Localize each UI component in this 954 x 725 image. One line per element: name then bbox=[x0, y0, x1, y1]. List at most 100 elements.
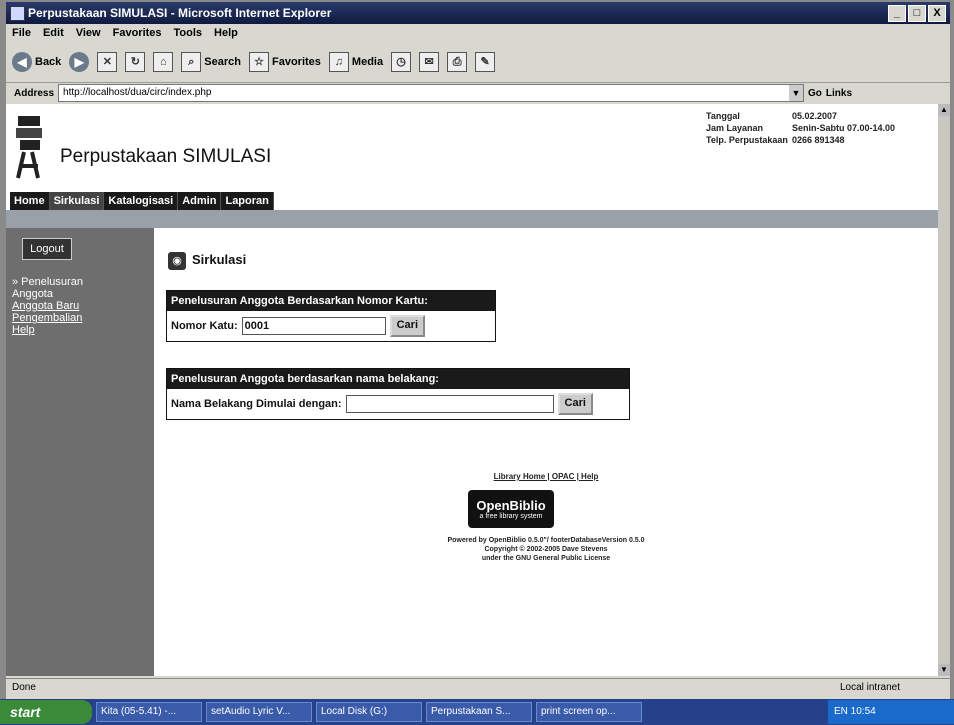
favorites-button[interactable]: ☆ Favorites bbox=[249, 52, 321, 72]
menu-bar: File Edit View Favorites Tools Help bbox=[6, 24, 950, 42]
vertical-scrollbar[interactable]: ▲ ▼ bbox=[938, 104, 950, 676]
edit-button[interactable]: ✎ bbox=[475, 52, 496, 72]
title-bar: Perpustakaan SIMULASI - Microsoft Intern… bbox=[6, 2, 950, 24]
powered-by: Powered by OpenBiblio 0.5.0"/ footerData… bbox=[154, 536, 938, 563]
sidebar: Logout » Penelusuran Anggota Anggota Bar… bbox=[6, 228, 154, 676]
tab-laporan[interactable]: Laporan bbox=[221, 192, 274, 210]
media-label: Media bbox=[351, 56, 384, 68]
links-button[interactable]: Links bbox=[826, 88, 852, 99]
sidebar-item-anggota-baru[interactable]: Anggota Baru bbox=[12, 300, 84, 312]
scroll-up-icon[interactable]: ▲ bbox=[938, 104, 950, 116]
address-bar: Address http://localhost/dua/circ/index.… bbox=[6, 83, 950, 103]
tab-sirkulasi[interactable]: Sirkulasi bbox=[49, 192, 105, 210]
system-tray: EN 10:54 bbox=[828, 700, 954, 724]
go-button[interactable]: Go bbox=[808, 88, 822, 99]
circulation-icon: ◉ bbox=[168, 252, 186, 270]
name-search-row: Nama Belakang Dimulai dengan: Cari bbox=[167, 389, 629, 419]
copyright-text: Copyright © 2002-2005 Dave Stevens bbox=[484, 546, 608, 553]
close-button[interactable]: X bbox=[928, 5, 946, 22]
last-name-input[interactable] bbox=[345, 395, 554, 413]
sidebar-item-penelusuran-anggota[interactable]: » Penelusuran Anggota bbox=[12, 276, 84, 300]
card-search-header: Penelusuran Anggota Berdasarkan Nomor Ka… bbox=[167, 291, 495, 311]
nav-tabs: Home Sirkulasi Katalogisasi Admin Lapora… bbox=[10, 192, 274, 210]
favorites-label: Favorites bbox=[272, 56, 321, 68]
address-input[interactable]: http://localhost/dua/circ/index.php ▼ bbox=[58, 84, 805, 102]
address-dropdown-icon[interactable]: ▼ bbox=[789, 85, 804, 101]
mail-button[interactable]: ✉ bbox=[419, 52, 440, 72]
site-title: Perpustakaan SIMULASI bbox=[60, 146, 272, 167]
license-link[interactable]: under the GNU General Public License bbox=[154, 554, 938, 563]
toolbar: ◀ Back ▶ ✕ ↻ ⌂ ⌕ Search ☆ Favorites ♫ Media … bbox=[6, 42, 950, 83]
info-label: Jam Layanan bbox=[706, 123, 764, 133]
taskbar: start Kita (05-5.41) -... setAudio Lyric… bbox=[0, 699, 954, 725]
status-text: Done bbox=[12, 682, 36, 693]
info-value: 0266 891348 bbox=[792, 135, 845, 145]
powered-text: Powered by OpenBiblio 0.5.0"/ footerData… bbox=[447, 537, 645, 544]
taskbar-item[interactable]: Kita (05-5.41) -... bbox=[96, 702, 202, 722]
browser-window: Perpustakaan SIMULASI - Microsoft Intern… bbox=[6, 2, 950, 720]
maximize-button[interactable]: □ bbox=[908, 5, 926, 22]
menu-tools[interactable]: Tools bbox=[174, 24, 203, 42]
last-name-label: Nama Belakang Dimulai dengan: bbox=[171, 398, 342, 410]
card-search-row: Nomor Katu: 0001 Cari bbox=[167, 311, 495, 341]
card-number-label: Nomor Katu: bbox=[171, 320, 238, 332]
star-icon: ☆ bbox=[249, 52, 269, 72]
main-content: ◉ Sirkulasi Penelusuran Anggota Berdasar… bbox=[154, 228, 938, 676]
search-button[interactable]: ⌕ Search bbox=[181, 52, 241, 72]
scroll-down-icon[interactable]: ▼ bbox=[938, 664, 950, 676]
info-row: Telp. Perpustakaan 0266 891348 bbox=[706, 134, 895, 146]
info-row: Jam Layanan Senin-Sabtu 07.00-14.00 bbox=[706, 122, 895, 134]
taskbar-item[interactable]: Local Disk (G:) bbox=[316, 702, 422, 722]
history-button[interactable]: ◷ bbox=[391, 52, 412, 72]
footer-links[interactable]: Library Home | OPAC | Help bbox=[154, 472, 938, 481]
info-row: Tanggal 05.02.2007 bbox=[706, 110, 895, 122]
taskbar-item[interactable]: setAudio Lyric V... bbox=[206, 702, 312, 722]
media-button[interactable]: ♫ Media bbox=[328, 52, 384, 72]
stop-button[interactable]: ✕ bbox=[97, 52, 118, 72]
back-button[interactable]: ◀ Back bbox=[12, 52, 61, 72]
ie-icon bbox=[10, 6, 25, 21]
window-controls: _ □ X bbox=[888, 5, 946, 22]
taskbar-item[interactable]: print screen op... bbox=[536, 702, 642, 722]
search-label: Search bbox=[204, 56, 241, 68]
menu-view[interactable]: View bbox=[76, 24, 101, 42]
start-button[interactable]: start bbox=[0, 700, 92, 724]
logout-button[interactable]: Logout bbox=[22, 238, 72, 260]
sidebar-item-help[interactable]: Help bbox=[12, 324, 84, 336]
tab-katalogisasi[interactable]: Katalogisasi bbox=[104, 192, 179, 210]
tab-home[interactable]: Home bbox=[10, 192, 50, 210]
menu-edit[interactable]: Edit bbox=[43, 24, 64, 42]
name-search-form: Penelusuran Anggota berdasarkan nama bel… bbox=[166, 368, 630, 420]
info-value: 05.02.2007 bbox=[792, 111, 838, 121]
nav-divider bbox=[6, 210, 938, 228]
back-label: Back bbox=[35, 56, 62, 68]
page-title: Sirkulasi bbox=[192, 252, 247, 267]
sidebar-links: » Penelusuran Anggota Anggota Baru Penge… bbox=[12, 276, 84, 336]
refresh-button[interactable]: ↻ bbox=[125, 52, 146, 72]
openbiblio-logo: OpenBiblio a free library system bbox=[468, 490, 554, 528]
taskbar-item[interactable]: Perpustakaan S... bbox=[426, 702, 532, 722]
home-button[interactable]: ⌂ bbox=[153, 52, 174, 72]
openbiblio-logo-subtitle: a free library system bbox=[479, 513, 543, 520]
media-icon: ♫ bbox=[328, 52, 349, 72]
card-number-input[interactable]: 0001 bbox=[241, 317, 386, 335]
security-zone: Local intranet bbox=[839, 682, 900, 693]
forward-button[interactable]: ▶ bbox=[69, 52, 90, 72]
library-logo-icon bbox=[16, 116, 42, 179]
page-viewport: Perpustakaan SIMULASI Tanggal 05.02.2007 … bbox=[6, 104, 938, 676]
name-search-header: Penelusuran Anggota berdasarkan nama bel… bbox=[167, 369, 629, 389]
back-arrow-icon: ◀ bbox=[12, 52, 32, 72]
name-search-button[interactable]: Cari bbox=[557, 393, 593, 415]
card-search-button[interactable]: Cari bbox=[389, 315, 426, 337]
address-label: Address bbox=[14, 87, 55, 99]
menu-favorites[interactable]: Favorites bbox=[113, 24, 162, 42]
minimize-button[interactable]: _ bbox=[888, 5, 906, 22]
card-search-form: Penelusuran Anggota Berdasarkan Nomor Ka… bbox=[166, 290, 496, 342]
tab-admin[interactable]: Admin bbox=[178, 192, 222, 210]
info-label: Telp. Perpustakaan bbox=[706, 135, 788, 145]
print-button[interactable]: ⎙ bbox=[447, 52, 468, 72]
sidebar-item-pengembalian[interactable]: Pengembalian bbox=[12, 312, 84, 324]
info-label: Tanggal bbox=[706, 111, 740, 121]
menu-file[interactable]: File bbox=[12, 24, 31, 42]
menu-help[interactable]: Help bbox=[214, 24, 238, 42]
